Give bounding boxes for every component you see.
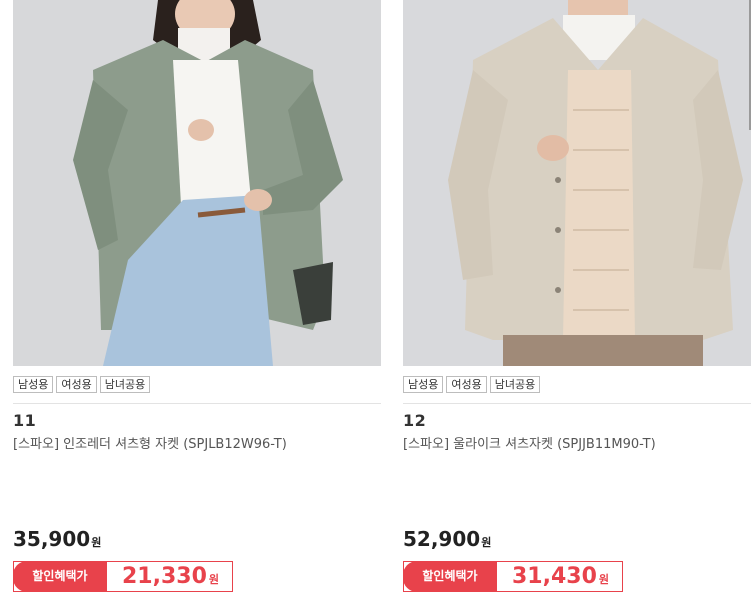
product-card[interactable]: 남성용 여성용 남녀공용 11 [스파오] 인조레더 셔츠형 자켓 (SPJLB… <box>13 0 381 592</box>
discount-price-value: 31,430 <box>512 564 597 589</box>
product-photo-man-beige-jacket <box>403 0 751 366</box>
price-value: 35,900 <box>13 527 91 551</box>
product-number: 12 <box>403 411 427 430</box>
target-tags: 남성용 여성용 남녀공용 <box>403 376 541 393</box>
target-tags: 남성용 여성용 남녀공용 <box>13 376 151 393</box>
product-image[interactable] <box>403 0 751 366</box>
price-unit: 원 <box>481 536 492 549</box>
product-name-link[interactable]: [스파오] 인조레더 셔츠형 자켓 (SPJLB12W96-T) <box>13 433 287 452</box>
product-image[interactable] <box>13 0 381 366</box>
discount-label: 할인혜택가 <box>403 561 497 592</box>
discount-price-unit: 원 <box>208 573 220 586</box>
discount-price-box: 할인혜택가 31,430 원 <box>403 561 623 592</box>
tag-men: 남성용 <box>403 376 444 393</box>
tag-women: 여성용 <box>56 376 97 393</box>
divider <box>13 403 381 404</box>
tag-men: 남성용 <box>13 376 54 393</box>
discount-label: 할인혜택가 <box>13 561 107 592</box>
product-name-link[interactable]: [스파오] 울라이크 셔츠자켓 (SPJJB11M90-T) <box>403 433 656 452</box>
product-price: 35,900원 <box>13 527 101 551</box>
discount-price-value: 21,330 <box>122 564 207 589</box>
discount-price-box: 할인혜택가 21,330 원 <box>13 561 233 592</box>
price-unit: 원 <box>91 536 102 549</box>
product-number: 11 <box>13 411 37 430</box>
product-photo-woman-green-jacket <box>13 0 381 366</box>
divider <box>403 403 751 404</box>
product-price: 52,900원 <box>403 527 491 551</box>
product-card[interactable]: 남성용 여성용 남녀공용 12 [스파오] 울라이크 셔츠자켓 (SPJJB11… <box>403 0 751 592</box>
tag-women: 여성용 <box>446 376 487 393</box>
discount-price-unit: 원 <box>598 573 610 586</box>
tag-unisex: 남녀공용 <box>99 376 151 393</box>
price-value: 52,900 <box>403 527 481 551</box>
product-grid: 남성용 여성용 남녀공용 11 [스파오] 인조레더 셔츠형 자켓 (SPJLB… <box>0 0 751 611</box>
discount-price: 31,430 원 <box>512 564 609 593</box>
tag-unisex: 남녀공용 <box>489 376 541 393</box>
discount-price: 21,330 원 <box>122 564 219 593</box>
